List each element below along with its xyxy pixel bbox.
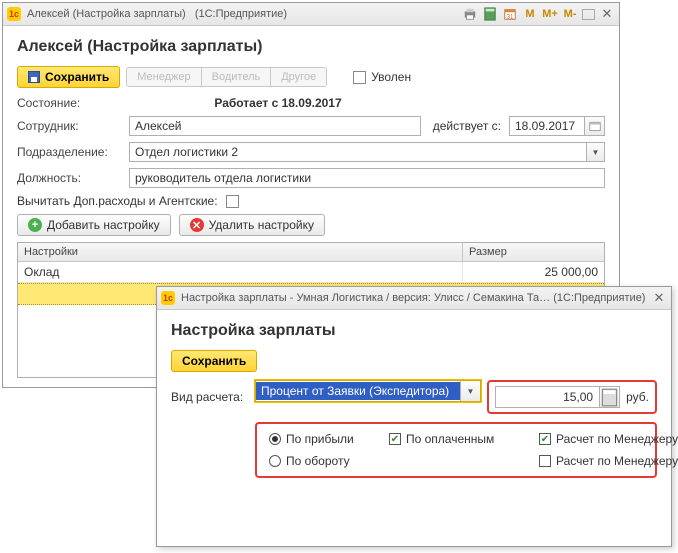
opt-profit[interactable]: По прибыли (269, 432, 389, 446)
radio-icon (269, 455, 281, 467)
memory-mminus-icon[interactable]: M- (562, 6, 578, 22)
main-titlebar: 1c Алексей (Настройка зарплаты) (1С:Пред… (3, 3, 619, 26)
tab-other[interactable]: Другое (271, 68, 326, 86)
position-input[interactable]: руководитель отдела логистики (129, 168, 605, 188)
close-icon[interactable]: ✕ (599, 6, 615, 22)
col-size[interactable]: Размер (463, 243, 604, 261)
opt-mgr1[interactable]: ✔ Расчет по Менеджеру 1 (539, 432, 678, 446)
employee-input[interactable]: Алексей (129, 116, 421, 136)
department-input[interactable]: Отдел логистики 2 ▼ (129, 142, 605, 162)
delete-setting-label: Удалить настройку (209, 218, 314, 232)
state-label: Состояние: (17, 96, 121, 110)
deduct-checkbox[interactable] (226, 195, 239, 208)
sub-toolbar: Сохранить (171, 350, 657, 372)
calculator-icon[interactable] (482, 6, 498, 22)
grid-toolbar: + Добавить настройку ✕ Удалить настройку (17, 214, 605, 236)
valid-from-value: 18.09.2017 (515, 119, 575, 133)
sub-window-title: Настройка зарплаты - Умная Логистика / в… (181, 292, 651, 304)
tab-manager[interactable]: Менеджер (127, 68, 201, 86)
calc-type-combo[interactable]: Процент от Заявки (Экспедитора) ▼ (255, 380, 481, 402)
opt-profit-label: По прибыли (286, 432, 354, 446)
position-label: Должность: (17, 171, 121, 185)
chevron-down-icon[interactable]: ▼ (460, 381, 480, 401)
fired-checkbox[interactable] (353, 71, 366, 84)
opt-paid-label: По оплаченным (406, 432, 494, 446)
employee-label: Сотрудник: (17, 119, 121, 133)
amount-input[interactable]: 15,00 (495, 386, 620, 408)
state-row: Состояние: Работает с 18.09.2017 (17, 96, 605, 110)
check-icon (539, 455, 551, 467)
chevron-down-icon[interactable]: ▼ (586, 143, 604, 161)
sub-titlebar: 1c Настройка зарплаты - Умная Логистика … (157, 287, 671, 310)
role-tabs: Менеджер Водитель Другое (126, 67, 327, 87)
save-button[interactable]: Сохранить (17, 66, 120, 88)
employee-value: Алексей (135, 119, 181, 133)
valid-from-label: действует с: (433, 119, 501, 133)
svg-text:31: 31 (507, 13, 514, 20)
app-logo-icon: 1c (7, 7, 21, 21)
row0-value: 25 000,00 (463, 262, 604, 282)
sub-content: Настройка зарплаты Сохранить Вид расчета… (157, 310, 671, 488)
check-icon: ✔ (539, 433, 551, 445)
options-grid: По прибыли ✔ По оплаченным ✔ Расчет по М… (269, 432, 643, 468)
main-toolbar: Сохранить Менеджер Водитель Другое Уволе… (17, 66, 605, 88)
calc-type-label: Вид расчета: (171, 380, 249, 414)
employee-row: Сотрудник: Алексей действует с: 18.09.20… (17, 116, 605, 136)
add-setting-button[interactable]: + Добавить настройку (17, 214, 171, 236)
amount-value: 15,00 (496, 390, 599, 404)
plus-icon: + (28, 218, 42, 232)
print-icon[interactable] (462, 6, 478, 22)
memory-mplus-icon[interactable]: M+ (542, 6, 558, 22)
calendar-icon[interactable]: 31 (502, 6, 518, 22)
save-button[interactable]: Сохранить (171, 350, 257, 372)
sub-page-title: Настройка зарплаты (171, 322, 657, 340)
save-label: Сохранить (45, 70, 109, 84)
opt-turnover[interactable]: По обороту (269, 454, 389, 468)
deduct-row: Вычитать Доп.расходы и Агентские: (17, 194, 605, 208)
opt-paid[interactable]: ✔ По оплаченным (389, 432, 539, 446)
amount-redbox: 15,00 руб. (487, 380, 657, 414)
position-value: руководитель отдела логистики (135, 171, 311, 185)
deduct-label: Вычитать Доп.расходы и Агентские: (17, 194, 218, 208)
options-redbox: По прибыли ✔ По оплаченным ✔ Расчет по М… (255, 422, 657, 478)
memory-m-icon[interactable]: M (522, 6, 538, 22)
save-label: Сохранить (182, 354, 246, 368)
sub-window: 1c Настройка зарплаты - Умная Логистика … (156, 286, 672, 547)
unit-label: руб. (626, 390, 649, 404)
opt-mgr2-label: Расчет по Менеджеру 2 (556, 454, 678, 468)
state-value: Работает с 18.09.2017 (129, 96, 427, 110)
grid-header: Настройки Размер (18, 243, 604, 262)
position-row: Должность: руководитель отдела логистики (17, 168, 605, 188)
floppy-icon (28, 71, 40, 83)
table-row[interactable]: Оклад 25 000,00 (18, 262, 604, 283)
radio-icon (269, 433, 281, 445)
delete-setting-button[interactable]: ✕ Удалить настройку (179, 214, 325, 236)
department-label: Подразделение: (17, 145, 121, 159)
fired-checkbox-row: Уволен (353, 70, 411, 84)
close-icon[interactable]: ✕ (651, 290, 667, 306)
app-logo-icon: 1c (161, 291, 175, 305)
row0-name: Оклад (18, 262, 463, 282)
check-icon: ✔ (389, 433, 401, 445)
title-suffix: (1С:Предприятие) (195, 8, 287, 20)
maximize-icon[interactable] (582, 9, 595, 20)
department-row: Подразделение: Отдел логистики 2 ▼ (17, 142, 605, 162)
valid-from-input[interactable]: 18.09.2017 (509, 116, 605, 136)
fired-label: Уволен (371, 70, 411, 84)
calendar-picker-icon[interactable] (584, 117, 604, 135)
tab-driver[interactable]: Водитель (202, 68, 272, 86)
opt-mgr1-label: Расчет по Менеджеру 1 (556, 432, 678, 446)
department-value: Отдел логистики 2 (135, 145, 238, 159)
opt-turnover-label: По обороту (286, 454, 350, 468)
add-setting-label: Добавить настройку (47, 218, 160, 232)
page-title: Алексей (Настройка зарплаты) (17, 38, 605, 56)
cross-icon: ✕ (190, 218, 204, 232)
title-text: Алексей (Настройка зарплаты) (27, 8, 186, 20)
opt-mgr2[interactable]: Расчет по Менеджеру 2 (539, 454, 678, 468)
col-settings[interactable]: Настройки (18, 243, 463, 261)
calculator-icon[interactable] (599, 387, 619, 407)
calc-row: Вид расчета: Процент от Заявки (Экспедит… (171, 380, 657, 414)
calc-type-value: Процент от Заявки (Экспедитора) (256, 382, 460, 400)
window-title: Алексей (Настройка зарплаты) (1С:Предпри… (27, 8, 462, 20)
